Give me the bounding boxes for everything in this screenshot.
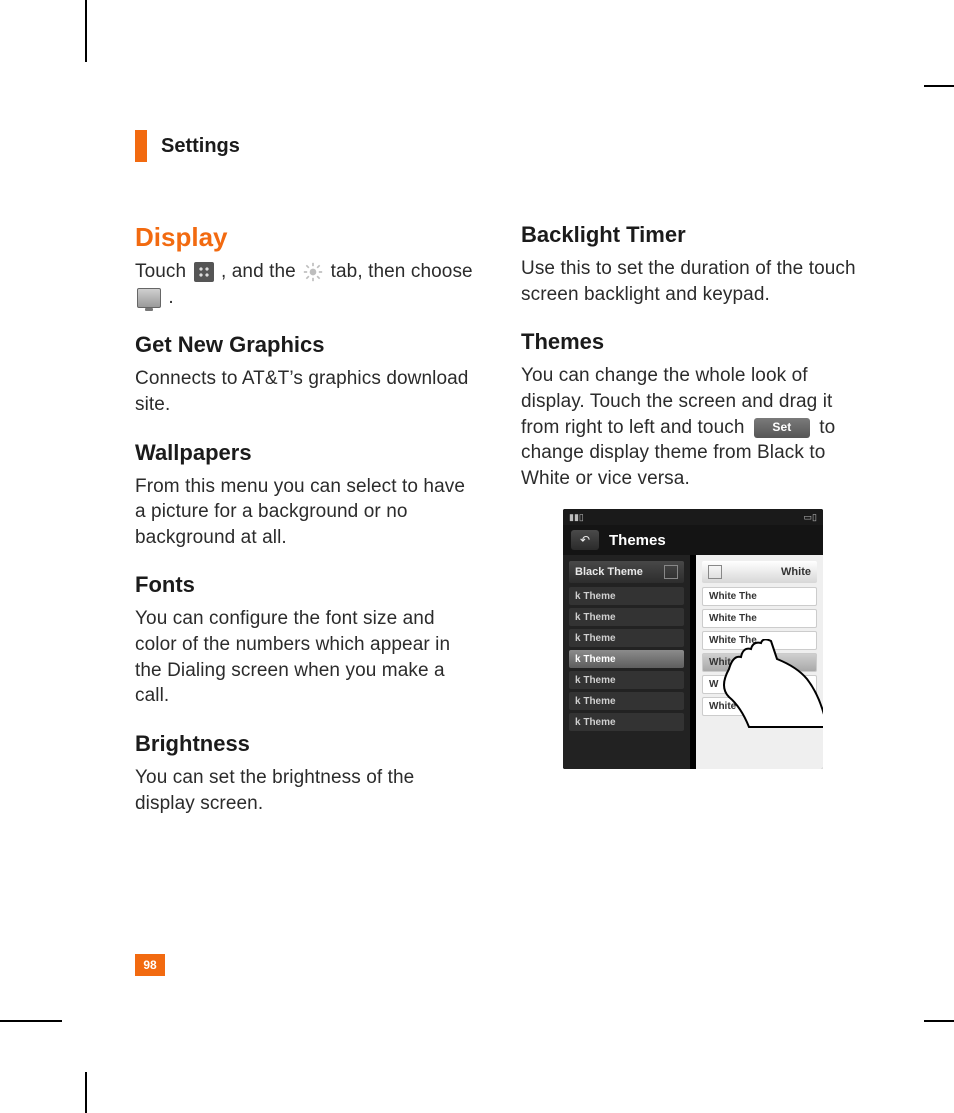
preview-square-icon — [708, 565, 722, 579]
brightness-heading: Brightness — [135, 731, 479, 757]
themes-screenshot: ▮▮▯ ▭▯ ↶ Themes Black Theme k Theme k The… — [563, 509, 823, 769]
battery-icon: ▭▯ — [804, 512, 817, 523]
list-item: White — [702, 697, 817, 716]
list-item: White The — [702, 653, 817, 672]
text: Touch — [135, 261, 192, 282]
list-item: k Theme — [569, 629, 684, 647]
screenshot-titlebar: ↶ Themes — [563, 525, 823, 555]
page-content: Settings Display Touch , and the tab, th… — [135, 130, 865, 822]
brightness-body: You can set the brightness of the displa… — [135, 765, 479, 816]
header-title: Settings — [161, 135, 240, 158]
list-item: White The — [702, 609, 817, 628]
back-icon: ↶ — [571, 530, 599, 550]
screenshot-statusbar: ▮▮▯ ▭▯ — [563, 509, 823, 525]
dark-header-label: Black Theme — [575, 566, 643, 578]
backlight-heading: Backlight Timer — [521, 222, 865, 248]
set-button-graphic: Set — [754, 418, 810, 438]
wallpapers-body: From this menu you can select to have a … — [135, 474, 479, 551]
list-item: k Theme — [569, 587, 684, 605]
crop-mark — [85, 1072, 87, 1113]
page-number: 98 — [135, 954, 165, 976]
dark-pane: Black Theme k Theme k Theme k Theme k Theme… — [563, 555, 690, 769]
apps-grid-icon — [194, 262, 214, 282]
light-header-label: White — [781, 566, 811, 578]
list-item: W — [702, 675, 817, 694]
crop-mark — [924, 85, 954, 87]
backlight-body: Use this to set the duration of the touc… — [521, 256, 865, 307]
crop-mark — [0, 1020, 62, 1022]
list-item: k Theme — [569, 713, 684, 731]
crop-mark — [85, 0, 87, 62]
section-header: Settings — [135, 130, 865, 162]
text: , and the — [221, 261, 301, 282]
display-intro: Touch , and the tab, then choose . — [135, 259, 479, 310]
wallpapers-heading: Wallpapers — [135, 440, 479, 466]
signal-icon: ▮▮▯ — [569, 512, 584, 523]
fonts-heading: Fonts — [135, 572, 479, 598]
screenshot-title: Themes — [609, 532, 666, 549]
get-new-graphics-heading: Get New Graphics — [135, 332, 479, 358]
fonts-body: You can configure the font size and colo… — [135, 606, 479, 709]
crop-mark — [924, 1020, 954, 1022]
themes-body: You can change the whole look of display… — [521, 363, 865, 491]
left-column: Display Touch , and the tab, then choose… — [135, 222, 479, 822]
list-item: k Theme — [569, 608, 684, 626]
get-new-graphics-body: Connects to AT&T’s graphics download sit… — [135, 366, 479, 417]
list-item: k Theme — [569, 671, 684, 689]
dark-pane-header: Black Theme — [569, 561, 684, 583]
monitor-icon — [137, 288, 161, 308]
display-heading: Display — [135, 222, 479, 253]
gear-icon — [303, 262, 323, 282]
list-item: White The — [702, 587, 817, 606]
right-column: Backlight Timer Use this to set the dura… — [521, 222, 865, 822]
list-item: White The — [702, 631, 817, 650]
preview-square-icon — [664, 565, 678, 579]
themes-heading: Themes — [521, 329, 865, 355]
light-pane-header: White — [702, 561, 817, 583]
screenshot-body: Black Theme k Theme k Theme k Theme k Theme… — [563, 555, 823, 769]
list-item: k Theme — [569, 692, 684, 710]
two-column-layout: Display Touch , and the tab, then choose… — [135, 222, 865, 822]
text: . — [168, 287, 173, 308]
list-item: k Theme — [569, 650, 684, 668]
light-pane: White White The White The White The White T… — [696, 555, 823, 769]
text: tab, then choose — [331, 261, 473, 282]
header-accent — [135, 130, 147, 162]
